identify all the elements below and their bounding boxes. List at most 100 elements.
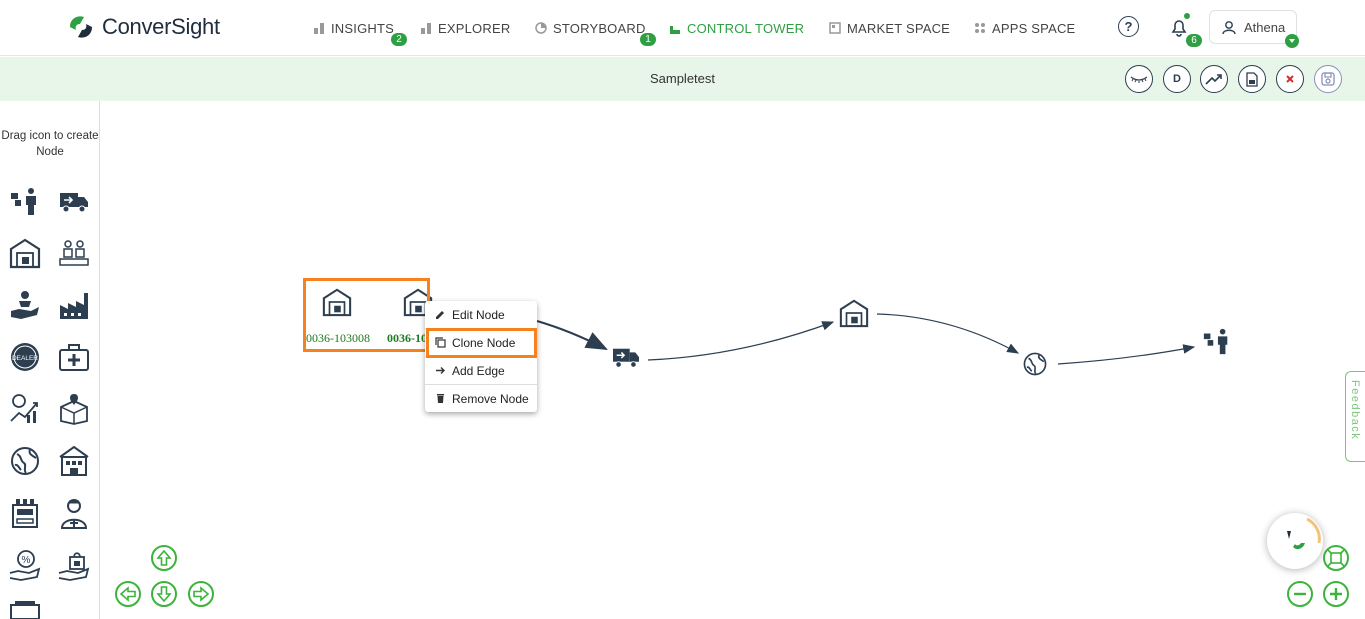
worker-boxes-node-icon[interactable] — [1202, 326, 1232, 356]
warehouse-node-icon[interactable] — [838, 298, 870, 328]
edges-layer — [536, 313, 1196, 365]
top-navigation-bar: ConverSight INSIGHTS 2 EXPLORER STORYBOA… — [0, 0, 1365, 56]
edge-1 — [536, 319, 608, 351]
conversight-logo[interactable]: ConverSight — [66, 12, 220, 42]
menu-add-edge[interactable]: Add Edge — [425, 357, 537, 384]
user-name: Athena — [1244, 19, 1286, 35]
zoom-out-button[interactable] — [1287, 581, 1313, 607]
doctor-icon[interactable] — [58, 497, 90, 529]
pan-down-button[interactable] — [151, 581, 177, 607]
save-icon[interactable] — [1314, 65, 1342, 93]
nav-market-space[interactable]: MARKET SPACE — [829, 0, 950, 56]
plus-icon — [1330, 588, 1342, 600]
zoom-in-button[interactable] — [1323, 581, 1349, 607]
d-button[interactable]: D — [1163, 65, 1191, 93]
analytics-person-icon[interactable] — [9, 393, 41, 425]
feedback-tab[interactable]: Feedback — [1345, 371, 1365, 462]
user-menu[interactable]: Athena — [1209, 10, 1297, 44]
conversight-logo-icon — [70, 16, 92, 38]
menu-add-edge-label: Add Edge — [452, 363, 505, 378]
arrow-right-icon — [193, 586, 210, 602]
partial-palette-icon[interactable] — [9, 601, 41, 619]
user-icon — [1222, 20, 1236, 34]
trend-icon[interactable] — [1200, 65, 1228, 93]
medical-kit-icon[interactable] — [58, 341, 90, 373]
nav-apps-space-label: APPS SPACE — [992, 20, 1076, 36]
arrow-right-icon — [436, 367, 445, 374]
document-icon[interactable] — [1238, 65, 1266, 93]
pan-up-button[interactable] — [151, 545, 177, 571]
fit-view-button[interactable] — [1323, 545, 1349, 571]
nav-market-space-label: MARKET SPACE — [847, 20, 951, 36]
clone-node-highlight — [426, 328, 537, 358]
menu-edit-node[interactable]: Edit Node — [425, 301, 537, 328]
brand-name: ConverSight — [102, 14, 220, 39]
nav-insights-label: INSIGHTS — [331, 20, 394, 36]
nav-control-tower-label: CONTROL TOWER — [687, 20, 805, 36]
discount-hand-icon[interactable]: % — [9, 549, 41, 581]
page-header: Sampletest D — [0, 57, 1365, 101]
menu-remove-node[interactable]: Remove Node — [425, 385, 537, 412]
shopping-bag-hand-icon[interactable] — [58, 549, 90, 581]
factory-icon[interactable] — [58, 289, 90, 321]
fit-view-icon — [1327, 549, 1345, 567]
nav-storyboard-label: STORYBOARD — [553, 20, 646, 36]
storyboard-badge: 1 — [640, 33, 656, 46]
delivery-truck-node-icon[interactable] — [611, 345, 641, 371]
edge-3 — [876, 313, 1020, 354]
menu-remove-node-label: Remove Node — [452, 391, 529, 406]
pie-chart-icon — [535, 22, 547, 34]
nav-apps-space[interactable]: APPS SPACE — [974, 0, 1075, 56]
bar-chart-icon — [421, 23, 431, 34]
flow-canvas[interactable]: 0036-103008 0036-10 — [101, 101, 1365, 619]
palette-hint: Drag icon to create Node — [1, 130, 99, 158]
package-location-icon[interactable] — [58, 393, 90, 425]
globe-icon[interactable] — [9, 445, 41, 477]
node-selection-box — [303, 278, 430, 352]
warehouse-icon[interactable] — [9, 237, 41, 269]
svg-text:%: % — [22, 555, 31, 566]
control-tower-icon — [670, 26, 680, 34]
arrow-left-icon — [119, 586, 136, 602]
svg-text:DEALER: DEALER — [12, 355, 38, 362]
store-icon — [829, 22, 841, 34]
nav-storyboard[interactable]: STORYBOARD — [535, 0, 646, 56]
pencil-icon — [436, 311, 444, 319]
menu-edit-node-label: Edit Node — [452, 307, 505, 322]
close-icon[interactable] — [1276, 65, 1304, 93]
edge-4 — [1057, 344, 1196, 365]
nav-insights[interactable]: INSIGHTS — [313, 0, 394, 56]
workers-group-icon[interactable] — [58, 237, 90, 269]
arrow-up-icon — [156, 549, 172, 566]
store-building-icon[interactable] — [58, 445, 90, 477]
nav-control-tower[interactable]: CONTROL TOWER — [669, 0, 804, 56]
assistant-chat-button[interactable] — [1267, 513, 1323, 569]
apps-grid-icon — [975, 23, 985, 33]
edge-2 — [647, 321, 835, 361]
arrow-down-icon — [156, 586, 172, 603]
bell-icon[interactable] — [1168, 16, 1190, 38]
pan-left-button[interactable] — [115, 581, 141, 607]
globe-node-icon[interactable] — [1022, 351, 1048, 377]
nav-explorer-label: EXPLORER — [438, 20, 511, 36]
chevron-down-icon[interactable] — [1285, 34, 1299, 48]
machine-icon[interactable] — [9, 497, 41, 529]
hide-icon[interactable] — [1125, 65, 1153, 93]
notification-dot — [1184, 13, 1190, 19]
hand-offering-icon[interactable] — [9, 289, 41, 321]
notification-badge: 6 — [1186, 34, 1202, 47]
node-palette: Drag icon to create Node DEALER % — [0, 101, 100, 619]
help-icon[interactable]: ? — [1118, 16, 1139, 37]
pan-right-button[interactable] — [188, 581, 214, 607]
insights-badge: 2 — [391, 33, 407, 46]
feedback-label: Feedback — [1349, 380, 1361, 441]
bar-chart-icon — [314, 23, 324, 34]
trash-icon — [437, 394, 444, 403]
assistant-logo-icon — [1287, 517, 1321, 550]
worker-boxes-icon[interactable] — [9, 185, 41, 217]
minus-icon — [1294, 592, 1306, 596]
delivery-truck-icon[interactable] — [58, 185, 90, 217]
dealer-icon[interactable]: DEALER — [9, 341, 41, 373]
page-title: Sampletest — [649, 71, 716, 86]
nav-explorer[interactable]: EXPLORER — [420, 0, 510, 56]
